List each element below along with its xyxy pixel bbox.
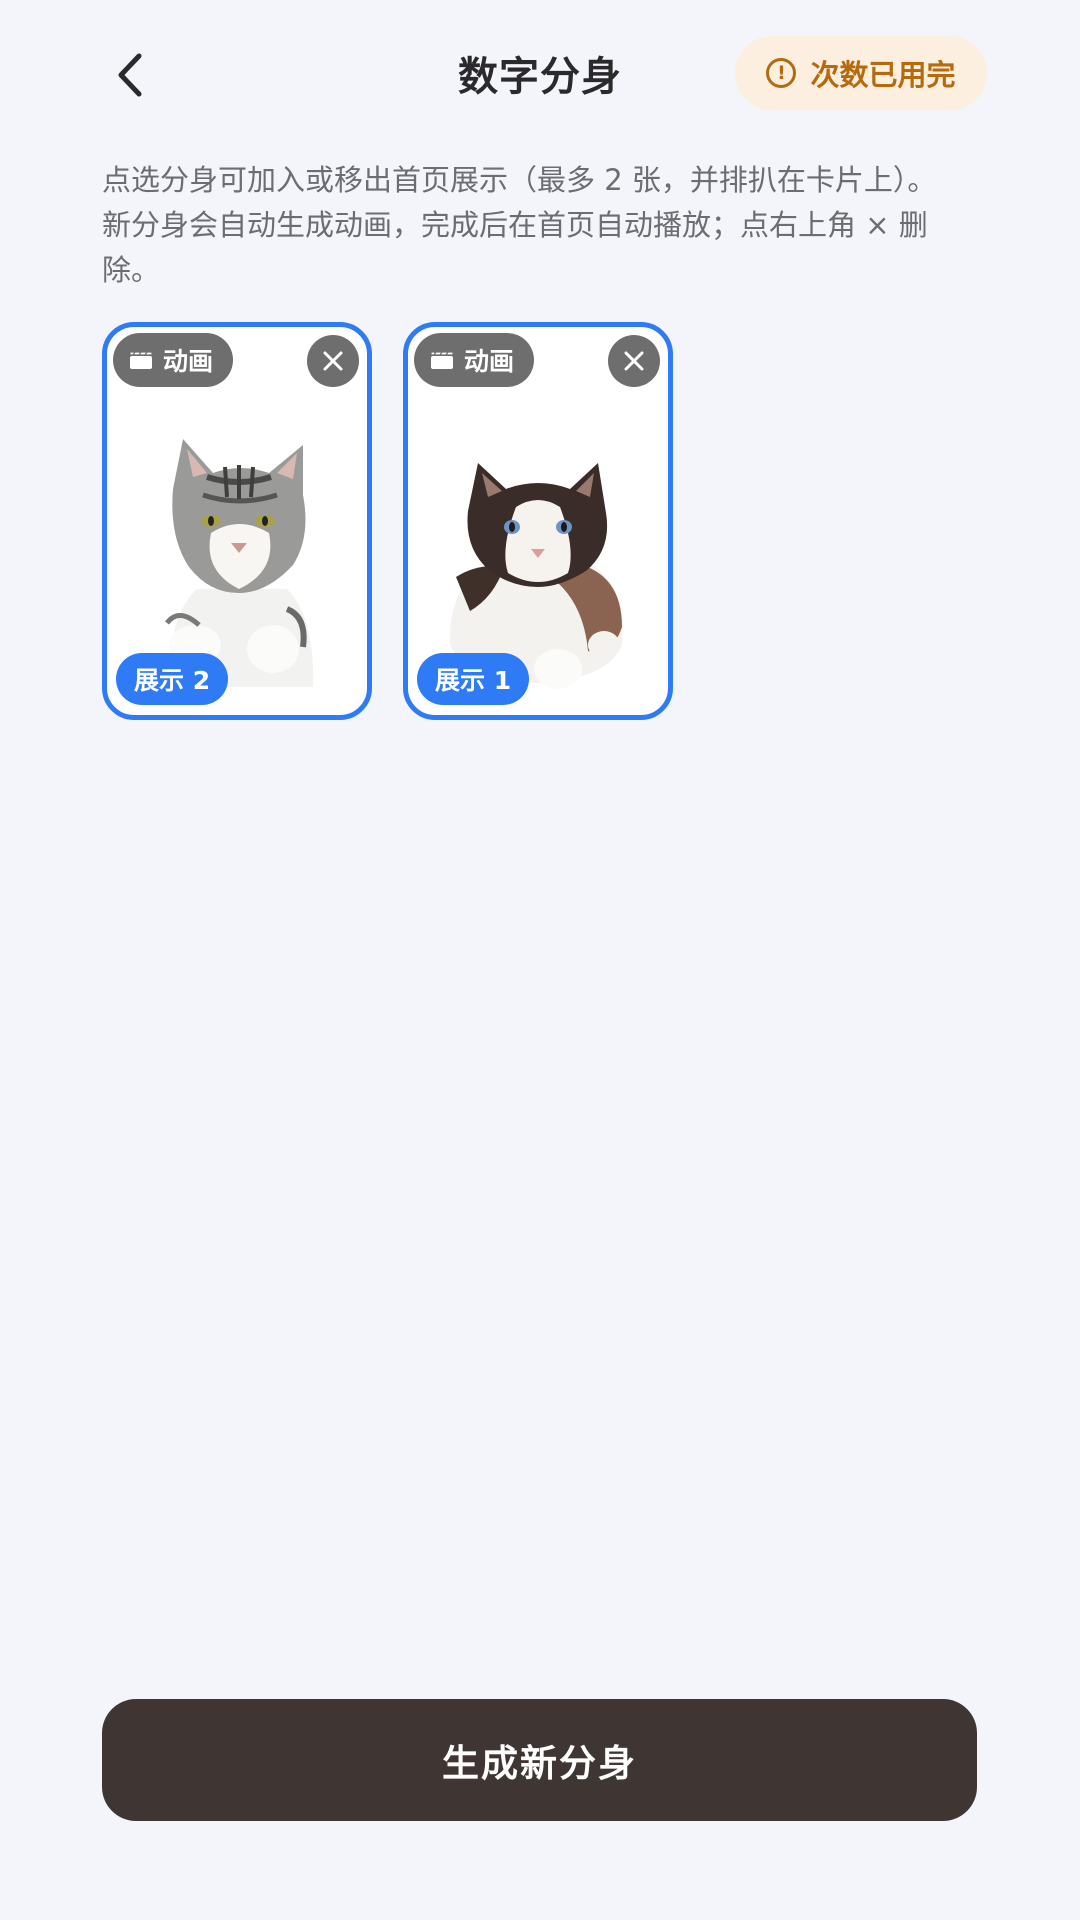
animation-badge: 动画 [414,333,535,387]
animation-label: 动画 [464,347,515,376]
clapperboard-icon [129,351,153,369]
avatar-card[interactable]: 动画 展示 1 [403,322,673,720]
delete-button[interactable] [608,335,660,387]
close-icon [323,351,343,371]
instructions-text: 点选分身可加入或移出首页展示（最多 2 张，并排扒在卡片上）。新分身会自动生成动… [102,163,937,287]
clapperboard-icon [430,351,454,369]
delete-button[interactable] [307,335,359,387]
exclamation-circle-icon: ! [766,58,797,88]
avatar-card[interactable]: 动画 展示 2 [102,322,372,720]
animation-badge: 动画 [113,333,234,387]
generate-new-avatar-button[interactable]: 生成新分身 [102,1699,977,1821]
digital-avatar-page: 数字分身 ! 次数已用完 点选分身可加入或移出首页展示（最多 2 张，并排扒在卡… [0,0,1080,1920]
usage-exhausted-badge: ! 次数已用完 [735,36,987,110]
close-icon [624,351,644,371]
header: 数字分身 ! 次数已用完 [0,0,1080,150]
display-order-badge: 展示 1 [417,653,530,705]
usage-status-label: 次数已用完 [810,58,956,92]
avatar-card-list: 动画 展示 2 动画 展示 1 [102,322,673,720]
display-order-badge: 展示 2 [116,653,229,705]
animation-label: 动画 [163,347,214,376]
